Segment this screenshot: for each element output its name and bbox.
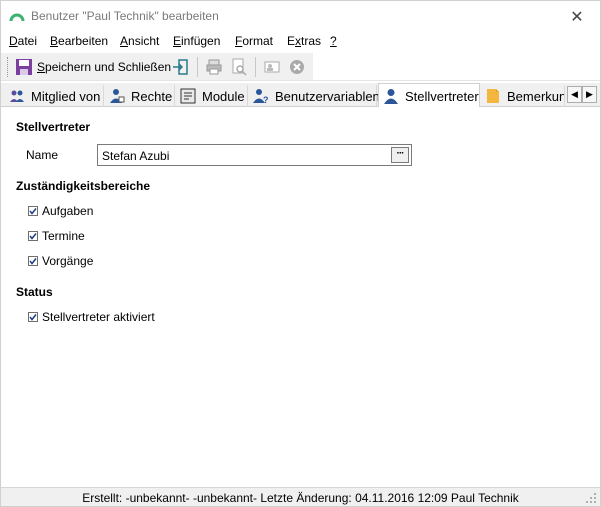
checkbox-vorgaenge[interactable]: Vorgänge <box>28 254 93 268</box>
print-preview-icon <box>232 58 247 76</box>
status-heading: Status <box>16 285 53 299</box>
group-icon <box>10 90 24 102</box>
print-button[interactable] <box>205 56 223 78</box>
tab-stellvertreter[interactable]: Stellvertreter <box>378 83 480 108</box>
browse-button[interactable]: ··· <box>391 147 409 163</box>
checkbox-termine[interactable]: Termine <box>28 229 85 243</box>
tab-strip: Mitglied von Rechte Module ? Benutzervar… <box>1 83 600 108</box>
checkmark-icon <box>29 233 37 240</box>
tab-scroll-left-button[interactable]: ◀ <box>567 86 582 103</box>
edit-user-window: Benutzer "Paul Technik" bearbeiten ✕ Dat… <box>0 0 601 507</box>
user-icon <box>384 89 398 104</box>
zustaendigkeit-heading: Zuständigkeitsbereiche <box>16 179 151 193</box>
name-field-value: Stefan Azubi <box>102 149 170 163</box>
window-title: Benutzer "Paul Technik" bearbeiten <box>31 9 219 23</box>
checkbox-box[interactable] <box>28 206 38 216</box>
rights-icon <box>110 89 125 103</box>
title-bar: Benutzer "Paul Technik" bearbeiten ✕ <box>1 1 600 32</box>
name-label: Name <box>26 148 59 162</box>
exit-icon <box>173 59 188 75</box>
name-field[interactable]: Stefan Azubi ··· <box>97 144 412 166</box>
status-text: Erstellt: -unbekannt- -unbekannt- Letzte… <box>82 491 519 505</box>
menu-datei[interactable]: Datei <box>9 34 37 48</box>
checkbox-box[interactable] <box>28 256 38 266</box>
checkmark-icon <box>29 258 37 265</box>
contact-card-button[interactable] <box>263 56 281 78</box>
close-button[interactable]: ✕ <box>554 1 600 32</box>
save-and-close-button[interactable]: Speichern und Schließen <box>15 56 171 78</box>
module-icon <box>180 88 196 104</box>
menu-bearbeiten[interactable]: Bearbeiten <box>50 34 108 48</box>
menu-bar: Datei Bearbeiten Ansicht Einfügen Format… <box>1 32 600 52</box>
printer-icon <box>206 59 222 75</box>
menu-help[interactable]: ? <box>330 34 337 48</box>
checkbox-box[interactable] <box>28 312 38 322</box>
toolbar-separator <box>197 57 198 77</box>
checkmark-icon <box>29 314 37 321</box>
stellvertreter-heading: Stellvertreter <box>16 120 91 134</box>
toolbar-empty-area <box>313 53 600 80</box>
menu-einfuegen[interactable]: Einfügen <box>173 34 220 48</box>
checkbox-box[interactable] <box>28 231 38 241</box>
toolbar: Speichern und Schließen <box>1 53 600 81</box>
tab-scroll-right-button[interactable]: ▶ <box>582 86 597 103</box>
tab-mitglied-von[interactable]: Mitglied von <box>5 85 104 107</box>
checkmark-icon <box>29 208 37 215</box>
chevron-right-icon: ▶ <box>586 89 593 99</box>
tab-bemerkung[interactable]: Bemerkung <box>481 85 565 107</box>
delete-button[interactable] <box>288 56 306 78</box>
svg-text:?: ? <box>263 95 269 104</box>
user-variables-icon: ? <box>253 89 269 104</box>
toolbar-separator <box>255 57 256 77</box>
save-icon <box>16 59 32 75</box>
toolbar-grip[interactable] <box>7 57 10 77</box>
status-bar: Erstellt: -unbekannt- -unbekannt- Letzte… <box>1 487 600 506</box>
checkbox-aufgaben[interactable]: Aufgaben <box>28 204 93 218</box>
close-icon: ✕ <box>570 8 584 26</box>
menu-extras[interactable]: Extras <box>287 34 321 48</box>
save-and-close-label: Speichern und Schließen <box>37 60 172 74</box>
menu-ansicht[interactable]: Ansicht <box>120 34 159 48</box>
tab-module[interactable]: Module <box>176 85 248 107</box>
print-preview-button[interactable] <box>230 56 248 78</box>
ellipsis-icon: ··· <box>396 148 405 159</box>
resize-grip-icon[interactable] <box>585 492 597 504</box>
exit-button[interactable] <box>171 56 189 78</box>
app-logo-icon <box>9 13 25 22</box>
tab-benutzervariablen[interactable]: ? Benutzervariablen <box>249 85 380 107</box>
chevron-left-icon: ◀ <box>571 89 578 99</box>
contact-card-icon <box>264 61 280 73</box>
tab-content-stellvertreter: Stellvertreter Name Stefan Azubi ··· Zus… <box>2 107 599 487</box>
tab-rechte[interactable]: Rechte <box>105 85 175 107</box>
menu-format[interactable]: Format <box>235 34 273 48</box>
note-icon <box>487 89 499 103</box>
cancel-circle-icon <box>290 60 304 74</box>
checkbox-stellvertreter-aktiviert[interactable]: Stellvertreter aktiviert <box>28 310 155 324</box>
